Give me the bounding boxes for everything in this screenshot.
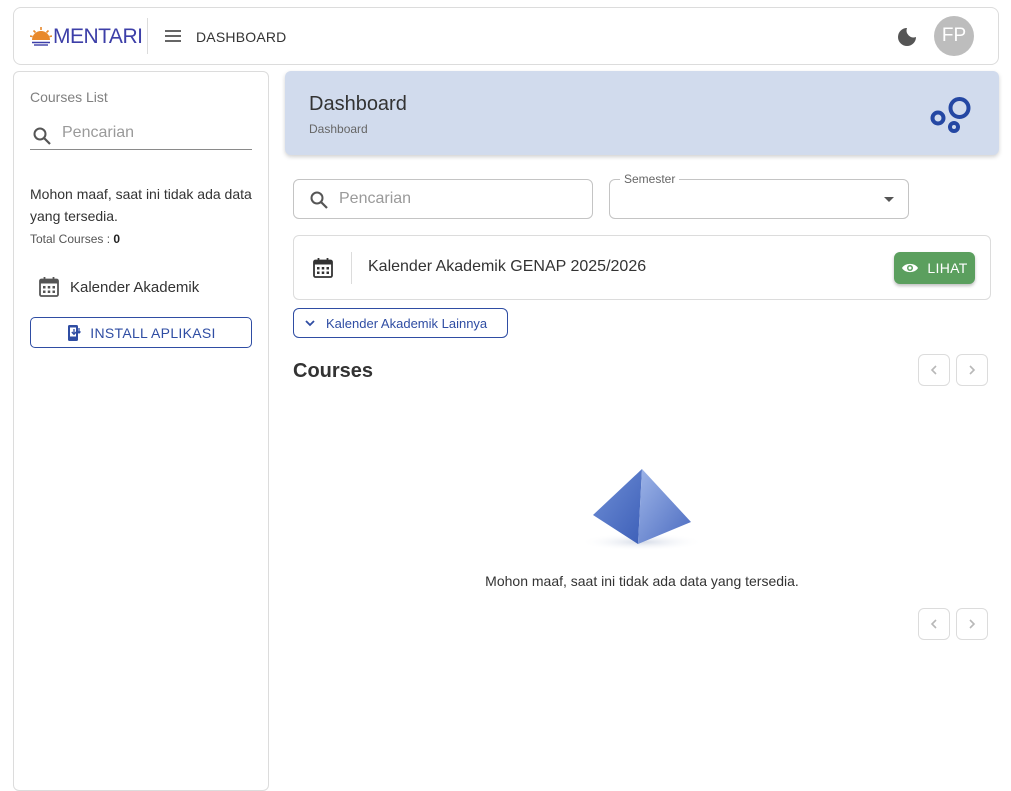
- chevron-right-icon: [969, 619, 976, 629]
- install-app-button[interactable]: INSTALL APLIKASI: [30, 317, 252, 348]
- view-calendar-label: LIHAT: [927, 260, 968, 276]
- calendar-card-divider: [351, 252, 352, 284]
- courses-heading: Courses: [293, 360, 374, 382]
- total-courses-value: 0: [113, 232, 121, 246]
- total-courses: Total Courses : 0: [30, 232, 120, 246]
- user-avatar[interactable]: FP: [934, 16, 974, 56]
- view-calendar-button[interactable]: LIHAT: [894, 252, 975, 284]
- sidebar: Courses List Mohon maaf, saat ini tidak …: [13, 71, 269, 791]
- courses-next-button-top[interactable]: [956, 354, 988, 386]
- empty-state-pyramid-icon: [580, 469, 704, 551]
- brand-name: MENTARI: [53, 25, 143, 48]
- dashboard-header: Dashboard Dashboard: [285, 71, 999, 155]
- sidebar-empty-message: Mohon maaf, saat ini tidak ada data yang…: [30, 186, 252, 224]
- semester-select[interactable]: Semester: [609, 172, 909, 219]
- bubbles-icon: [930, 97, 971, 133]
- sidebar-item-kalender-akademik[interactable]: Kalender Akademik: [30, 272, 252, 302]
- dropdown-arrow-icon: [884, 197, 894, 202]
- courses-empty-message: Mohon maaf, saat ini tidak ada data yang…: [485, 573, 799, 589]
- appbar-divider: [147, 18, 148, 54]
- course-search-input[interactable]: [339, 187, 579, 211]
- sidebar-item-label: Kalender Akademik: [70, 278, 200, 296]
- chevron-down-icon: [305, 320, 315, 327]
- other-calendars-button[interactable]: Kalender Akademik Lainnya: [293, 308, 508, 338]
- search-icon: [33, 127, 51, 145]
- course-search: [293, 179, 593, 219]
- chevron-right-icon: [969, 365, 976, 375]
- academic-calendar-card: Kalender Akademik GENAP 2025/2026 LIHAT: [293, 235, 991, 300]
- sidebar-search-input[interactable]: [62, 120, 248, 146]
- menu-icon: [165, 30, 181, 42]
- search-icon: [310, 191, 328, 209]
- moon-icon: [898, 28, 916, 46]
- courses-prev-button-bottom[interactable]: [918, 608, 950, 640]
- top-app-bar: MENTARI DASHBOARD FP: [13, 7, 999, 65]
- dark-mode-toggle[interactable]: [895, 25, 919, 49]
- calendar-icon: [39, 277, 59, 297]
- brand-logo[interactable]: MENTARI: [30, 25, 143, 48]
- calendar-icon: [313, 258, 333, 278]
- install-app-icon: [68, 324, 82, 341]
- header-title: Dashboard: [309, 93, 407, 115]
- breadcrumb: Dashboard: [309, 122, 368, 136]
- sidebar-search: [30, 118, 252, 150]
- total-courses-label: Total Courses :: [30, 232, 111, 246]
- menu-button[interactable]: [162, 25, 184, 47]
- page-title: DASHBOARD: [196, 29, 287, 45]
- calendar-card-title: Kalender Akademik GENAP 2025/2026: [368, 258, 647, 275]
- eye-icon: [902, 263, 919, 273]
- chevron-left-icon: [930, 365, 937, 375]
- sun-logo-icon: [30, 27, 52, 46]
- sidebar-heading: Courses List: [30, 89, 108, 105]
- semester-select-label: Semester: [620, 172, 680, 186]
- install-app-label: INSTALL APLIKASI: [90, 324, 216, 341]
- courses-next-button-bottom[interactable]: [956, 608, 988, 640]
- other-calendars-label: Kalender Akademik Lainnya: [326, 315, 488, 331]
- chevron-left-icon: [930, 619, 937, 629]
- courses-prev-button-top[interactable]: [918, 354, 950, 386]
